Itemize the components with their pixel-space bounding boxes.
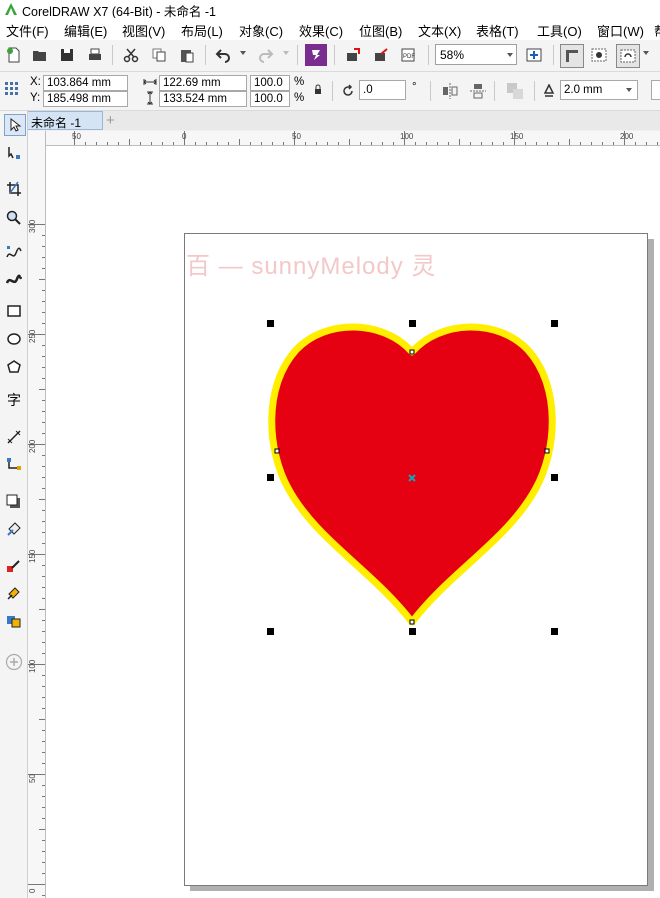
selection-handle-top-left[interactable] xyxy=(267,320,274,327)
selection-handle-bottom-right[interactable] xyxy=(551,628,558,635)
selection-handle-top-right[interactable] xyxy=(551,320,558,327)
selection-handle-bottom[interactable] xyxy=(409,628,416,635)
selection-handle-top[interactable] xyxy=(409,320,416,327)
heart-layer xyxy=(268,323,556,626)
selection-handle-right[interactable] xyxy=(551,474,558,481)
selection-handle-left[interactable] xyxy=(267,474,274,481)
selection-handle-bottom-left[interactable] xyxy=(267,628,274,635)
heart-shape[interactable] xyxy=(268,323,556,626)
